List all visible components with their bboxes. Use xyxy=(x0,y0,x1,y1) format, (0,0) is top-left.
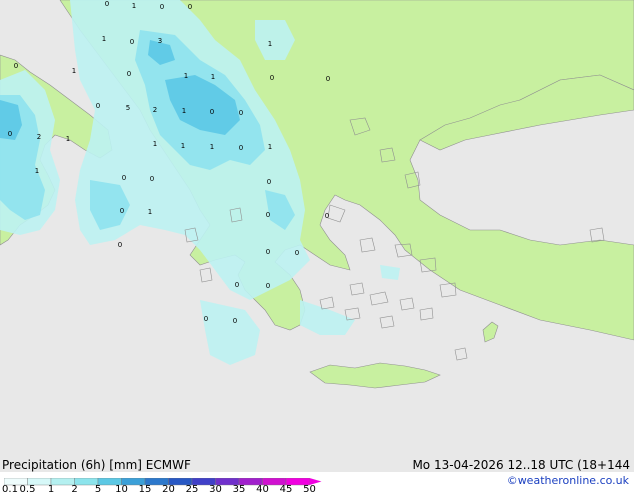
precip-value-label: 0 xyxy=(127,70,131,78)
precip-value-label: 0 xyxy=(325,212,329,220)
precip-value-label: 2 xyxy=(37,133,41,141)
precip-value-label: 0 xyxy=(130,38,134,46)
precip-value-label: 0 xyxy=(204,315,208,323)
precip-value-label: 0 xyxy=(270,74,274,82)
precip-value-label: 0 xyxy=(239,109,243,117)
precip-value-label: 0 xyxy=(8,130,12,138)
precip-value-label: 1 xyxy=(148,208,152,216)
precip-value-label: 1 xyxy=(184,72,188,80)
map-title: Precipitation (6h) [mm] ECMWF xyxy=(2,458,191,472)
precip-value-label: 0 xyxy=(120,207,124,215)
precip-value-label: 1 xyxy=(102,35,106,43)
precip-value-label: 0 xyxy=(188,3,192,11)
precip-value-label: 0 xyxy=(150,175,154,183)
precip-value-label: 0 xyxy=(122,174,126,182)
precip-value-label: 2 xyxy=(153,106,157,114)
precip-value-label: 0 xyxy=(267,178,271,186)
precip-value-label: 1 xyxy=(153,140,157,148)
precip-value-label: 1 xyxy=(181,142,185,150)
precip-value-label: 5 xyxy=(126,104,130,112)
precip-value-label: 0 xyxy=(326,75,330,83)
precip-value-label: 1 xyxy=(72,67,76,75)
precip-value-label: 0 xyxy=(239,144,243,152)
precip-value-label: 1 xyxy=(268,143,272,151)
precip-value-label: 3 xyxy=(158,37,162,45)
precip-value-label: 0 xyxy=(266,282,270,290)
precip-value-label: 0 xyxy=(295,249,299,257)
precip-value-label: 0 xyxy=(96,102,100,110)
precip-value-label: 1 xyxy=(132,2,136,10)
precip-value-label: 1 xyxy=(268,40,272,48)
precip-value-label: 1 xyxy=(35,167,39,175)
precip-value-label: 0 xyxy=(266,211,270,219)
legend: 0.1 0.5 1 2 5 10 15 20 25 30 35 40 45 50 xyxy=(0,477,340,495)
precip-value-label: 0 xyxy=(235,281,239,289)
precip-value-label: 0 xyxy=(210,108,214,116)
precip-value-label: 0 xyxy=(118,241,122,249)
forecast-map: 0 1 0 0 1 3 1 0 0 1 0 1 1 0 0 0 5 2 1 0 0 0 2 1 1 1 1 0 1 1 0 0 0 0 1 0 0 0 0 0… xyxy=(0,0,634,472)
precip-value-label: 0 xyxy=(105,0,109,8)
precip-value-label: 1 xyxy=(210,143,214,151)
precip-value-label: 0 xyxy=(160,3,164,11)
precip-value-label: 0 xyxy=(233,317,237,325)
precip-value-label: 1 xyxy=(182,107,186,115)
precip-value-label: 0 xyxy=(266,248,270,256)
credit-link[interactable]: ©weatheronline.co.uk xyxy=(507,474,629,487)
precip-value-label: 1 xyxy=(66,135,70,143)
precip-value-label: 0 xyxy=(14,62,18,70)
precip-value-label: 1 xyxy=(211,73,215,81)
forecast-datetime: Mo 13-04-2026 12..18 UTC (18+144 xyxy=(412,458,630,472)
